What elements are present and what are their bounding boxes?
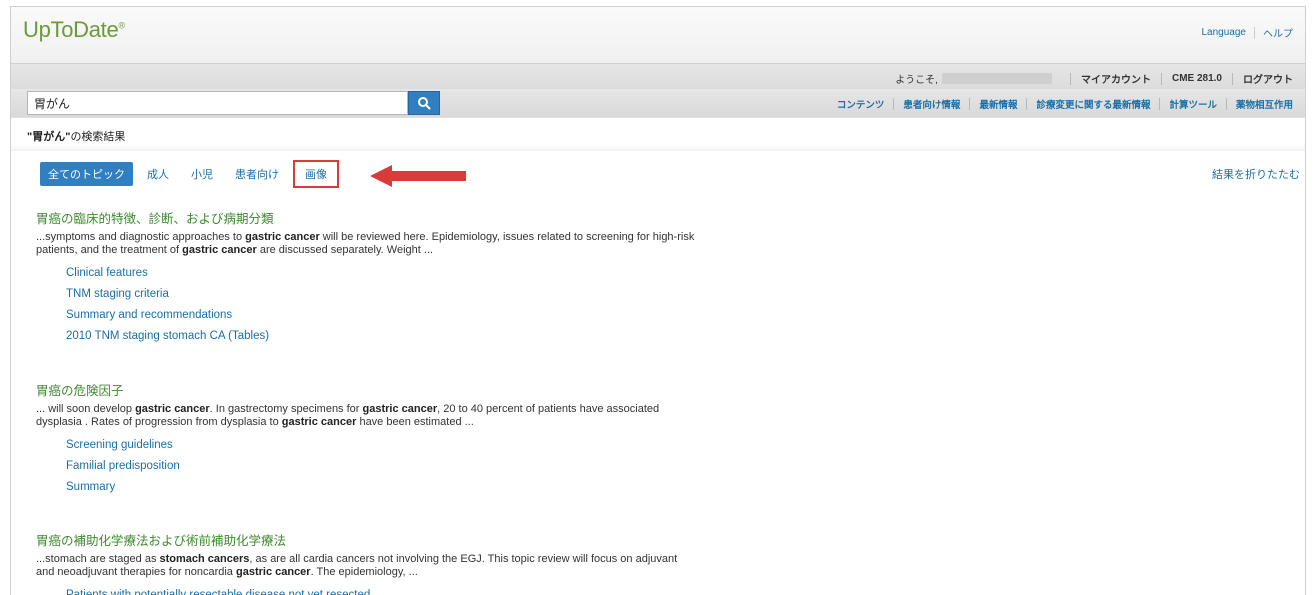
divider [1254, 26, 1255, 39]
redacted-username [941, 73, 1052, 84]
help-link[interactable]: ヘルプ [1263, 25, 1293, 40]
divider [969, 98, 971, 110]
divider [1159, 98, 1161, 110]
result-snippet: ...stomach are staged as stomach cancers… [36, 553, 678, 578]
tab-adult[interactable]: 成人 [139, 162, 177, 186]
results-title-suffix: の検索結果 [70, 131, 126, 143]
divider [1232, 72, 1233, 85]
result-item: 胃癌の臨床的特徴、診断、および病期分類 ...symptoms and diag… [36, 208, 696, 347]
result-sublink[interactable]: Clinical features [66, 263, 696, 284]
results-query: "胃がん" [27, 131, 71, 143]
my-account-link[interactable]: マイアカウント [1081, 71, 1151, 86]
account-bar: ようこそ, マイアカウント CME 281.0 ログアウト [11, 63, 1305, 89]
logo-text: UpToDate [23, 17, 119, 42]
result-sublink[interactable]: Familial predisposition [66, 456, 696, 477]
nav-drug-interactions[interactable]: 薬物相互作用 [1236, 97, 1293, 111]
result-item: 胃癌の危険因子 ... will soon develop gastric ca… [36, 380, 696, 498]
search-icon [418, 97, 431, 110]
logout-link[interactable]: ログアウト [1243, 71, 1293, 86]
search-input[interactable] [27, 91, 408, 115]
result-sublink[interactable]: TNM staging criteria [66, 284, 696, 305]
result-title-link[interactable]: 胃癌の危険因子 [36, 380, 696, 399]
nav-contents[interactable]: コンテンツ [837, 97, 885, 111]
tab-all-topics[interactable]: 全てのトピック [40, 162, 133, 186]
search-button[interactable] [408, 91, 440, 115]
result-sublinks: Clinical features TNM staging criteria S… [66, 263, 696, 347]
nav-practice-changing-updates[interactable]: 診療変更に関する最新情報 [1036, 97, 1150, 111]
result-sublink[interactable]: Summary and recommendations [66, 305, 696, 326]
result-sublinks: Screening guidelines Familial predisposi… [66, 435, 696, 498]
language-link[interactable]: Language [1202, 27, 1247, 38]
result-title-link[interactable]: 胃癌の臨床的特徴、診断、および病期分類 [36, 208, 696, 227]
result-sublink[interactable]: Summary [66, 477, 696, 498]
collapse-results-link[interactable]: 結果を折りたたむ [1212, 166, 1300, 182]
top-header: UpToDate® Language ヘルプ [11, 7, 1305, 63]
result-sublink[interactable]: Patients with potentially resectable dis… [66, 585, 696, 595]
result-snippet: ...symptoms and diagnostic approaches to… [36, 231, 695, 256]
divider [1225, 98, 1227, 110]
filter-tabs: 全てのトピック 成人 小児 患者向け 画像 [40, 160, 345, 188]
tab-patient[interactable]: 患者向け [227, 162, 287, 186]
result-sublink[interactable]: Screening guidelines [66, 435, 696, 456]
cme-link[interactable]: CME 281.0 [1172, 73, 1222, 84]
tab-pediatric[interactable]: 小児 [183, 162, 221, 186]
nav-whats-new[interactable]: 最新情報 [979, 97, 1017, 111]
divider [1026, 98, 1028, 110]
result-title-link[interactable]: 胃癌の補助化学療法および術前補助化学療法 [36, 530, 696, 549]
main-nav: コンテンツ 患者向け情報 最新情報 診療変更に関する最新情報 計算ツール 薬物相… [837, 97, 1293, 111]
results-title: "胃がん"の検索結果 [11, 117, 1305, 151]
utility-links: Language ヘルプ [1202, 25, 1293, 40]
divider [1160, 72, 1162, 85]
result-sublinks: Patients with potentially resectable dis… [66, 585, 696, 595]
red-arrow-annotation [370, 165, 466, 187]
uptodate-logo[interactable]: UpToDate® [23, 17, 125, 43]
nav-calculators[interactable]: 計算ツール [1169, 97, 1217, 111]
search-row: コンテンツ 患者向け情報 最新情報 診療変更に関する最新情報 計算ツール 薬物相… [11, 89, 1305, 117]
welcome-text: ようこそ, [895, 75, 938, 86]
result-sublink[interactable]: 2010 TNM staging stomach CA (Tables) [66, 326, 696, 347]
result-item: 胃癌の補助化学療法および術前補助化学療法 ...stomach are stag… [36, 530, 696, 595]
nav-patient-info[interactable]: 患者向け情報 [903, 97, 960, 111]
logo-mark: ® [118, 20, 125, 31]
tab-graphics[interactable]: 画像 [293, 160, 339, 188]
result-snippet: ... will soon develop gastric cancer. In… [36, 403, 660, 428]
divider [893, 98, 895, 110]
divider [1069, 72, 1071, 85]
